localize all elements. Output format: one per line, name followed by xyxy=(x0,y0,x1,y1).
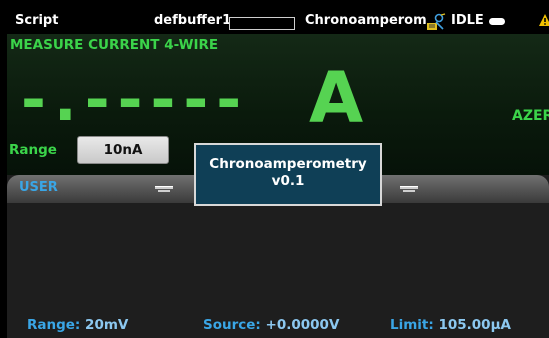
autozero-indicator: AZER xyxy=(512,108,549,124)
buffer-name[interactable]: defbuffer1 xyxy=(154,11,231,31)
source-limit[interactable]: Limit: 105.00µA xyxy=(390,317,511,333)
source-range-label: Range: xyxy=(27,317,81,333)
running-script-icon xyxy=(427,13,446,30)
swipe-handle-icon[interactable] xyxy=(400,186,418,192)
source-range-value: 20mV xyxy=(85,317,129,333)
source-range[interactable]: Range: 20mV xyxy=(27,317,128,333)
range-label: Range xyxy=(9,142,57,158)
source-level-value: +0.0000V xyxy=(265,317,340,333)
front-panel-screen: Script defbuffer1 Chronoamperom IDLE MEA… xyxy=(7,8,549,338)
dialog-script-version: v0.1 xyxy=(271,173,305,189)
script-info-dialog[interactable]: Chronoamperometry v0.1 xyxy=(194,143,382,206)
status-bar: Script defbuffer1 Chronoamperom IDLE xyxy=(7,8,549,34)
buffer-fill-indicator xyxy=(229,17,295,30)
warning-icon[interactable] xyxy=(538,13,549,27)
measure-function-label[interactable]: MEASURE CURRENT 4-WIRE xyxy=(10,37,218,53)
source-settings-bar: Range: 20mV Source: +0.0000V Limit: 105.… xyxy=(7,311,549,338)
trigger-state[interactable]: IDLE xyxy=(451,11,484,31)
limit-label: Limit: xyxy=(390,317,434,333)
script-mode-label[interactable]: Script xyxy=(15,11,58,31)
limit-value: 105.00µA xyxy=(438,317,511,333)
range-button[interactable]: 10nA xyxy=(77,136,169,164)
tab-user[interactable]: USER xyxy=(19,180,58,195)
idle-indicator-icon xyxy=(489,18,505,25)
source-label: Source: xyxy=(203,317,261,333)
measurement-units: A xyxy=(309,57,364,139)
source-value[interactable]: Source: +0.0000V xyxy=(203,317,339,333)
dialog-script-name: Chronoamperometry xyxy=(209,156,367,172)
measurement-readout: -.----- xyxy=(21,65,250,135)
swipe-handle-icon[interactable] xyxy=(155,186,173,192)
